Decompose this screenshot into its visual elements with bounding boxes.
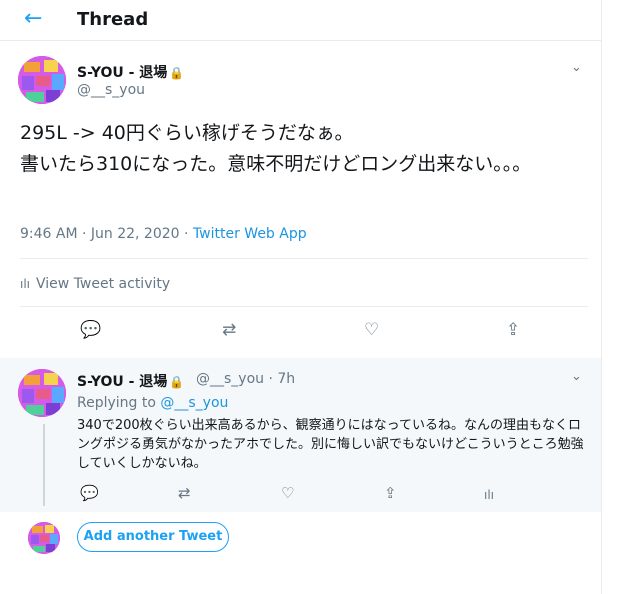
tweet-text: 295L -> 40円ぐらい稼げそうだなぁ。 書いたら310になった。意味不明だ… (20, 118, 588, 180)
thread-panel: ← Thread S-YOU - 退場 🔒 @__s_you ⌄ 295L -> … (0, 0, 602, 594)
chevron-down-icon[interactable]: ⌄ (571, 369, 582, 384)
like-icon[interactable]: ♡ (281, 484, 294, 502)
tweet-text-body: 295L -> 40円ぐらい稼げそうだなぁ。 書いたら310になった。意味不明だ… (20, 122, 532, 175)
avatar[interactable] (18, 56, 66, 104)
author-name-text: S-YOU - 退場 (77, 65, 168, 81)
share-icon[interactable]: ⇪ (506, 320, 520, 340)
like-icon[interactable]: ♡ (364, 320, 379, 340)
reply-icon[interactable]: 💬 (80, 320, 101, 340)
reply-handle-time[interactable]: @__s_you · 7h (196, 371, 295, 387)
divider (20, 258, 588, 259)
timestamp[interactable]: 9:46 AM · Jun 22, 2020 · (20, 226, 193, 242)
retweet-icon[interactable]: ⇄ (222, 320, 236, 340)
replying-prefix: Replying to (77, 395, 161, 411)
chevron-down-icon[interactable]: ⌄ (571, 60, 582, 75)
analytics-icon[interactable]: ılı (484, 488, 494, 502)
tweet-actions: 💬 ⇄ ♡ ⇪ (0, 320, 601, 350)
lock-icon: 🔒 (169, 66, 185, 80)
avatar[interactable] (18, 369, 66, 417)
source-link[interactable]: Twitter Web App (193, 226, 307, 242)
reply-author-name[interactable]: S-YOU - 退場 🔒 (77, 371, 184, 391)
page-title: Thread (77, 9, 149, 30)
share-icon[interactable]: ⇪ (384, 484, 397, 502)
add-another-tweet-button[interactable]: Add another Tweet (77, 522, 229, 552)
reply-text: 340で200枚ぐらい出来高あるから、観察通りにはなっているね。なんの理由もなく… (77, 418, 584, 471)
view-activity-link[interactable]: ılı View Tweet activity (20, 276, 170, 292)
back-arrow-icon[interactable]: ← (24, 6, 42, 31)
analytics-icon: ılı (20, 277, 31, 291)
thread-header: ← Thread (0, 0, 601, 41)
thread-connector (43, 424, 45, 506)
lock-icon: 🔒 (169, 375, 185, 389)
replying-handle[interactable]: @__s_you (160, 395, 228, 411)
tweet-meta: 9:46 AM · Jun 22, 2020 · Twitter Web App (20, 226, 307, 242)
activity-label: View Tweet activity (36, 276, 171, 292)
avatar[interactable] (28, 522, 60, 554)
divider (20, 306, 588, 307)
replying-to: Replying to @__s_you (77, 395, 228, 411)
reply-icon[interactable]: 💬 (80, 484, 99, 502)
author-handle[interactable]: @__s_you (77, 82, 145, 98)
author-name[interactable]: S-YOU - 退場 🔒 (77, 62, 184, 82)
reply-author-name-text: S-YOU - 退場 (77, 374, 168, 390)
retweet-icon[interactable]: ⇄ (178, 484, 191, 502)
